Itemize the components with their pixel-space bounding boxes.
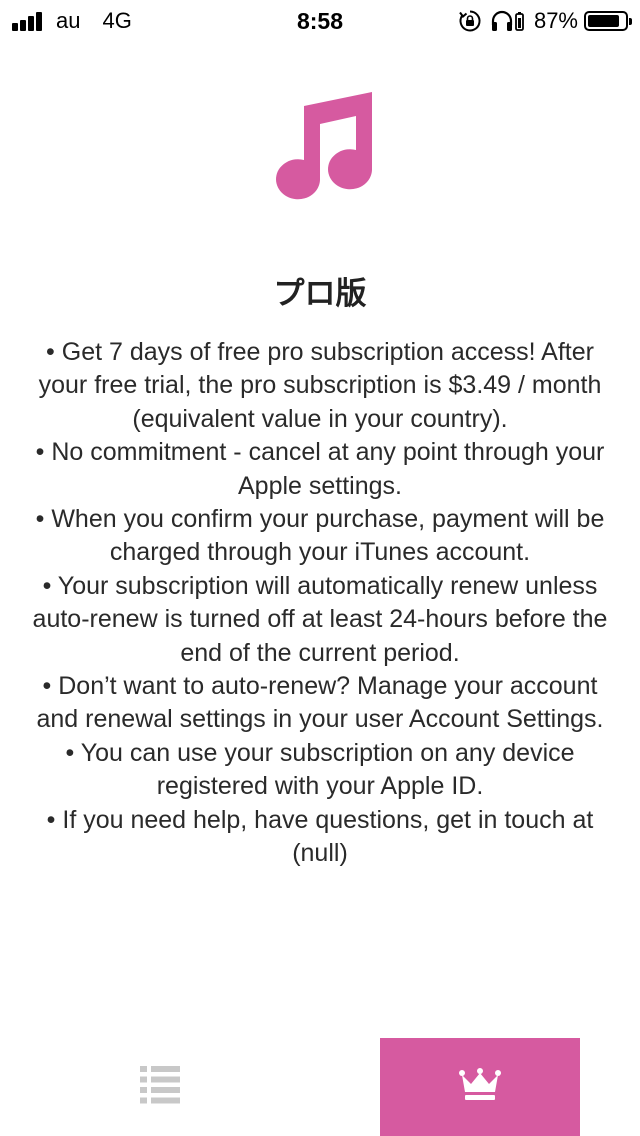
tab-list[interactable]	[60, 1038, 260, 1136]
subscription-terms: • Get 7 days of free pro subscription ac…	[30, 336, 610, 871]
terms-item-help: • If you need help, have questions, get …	[46, 805, 594, 868]
music-note-icon	[262, 88, 378, 204]
terms-item-payment: • When you confirm your purchase, paymen…	[35, 505, 605, 567]
terms-item-no-commitment: • No commitment - cancel at any point th…	[35, 438, 605, 500]
terms-item-devices: • You can use your subscription on any d…	[65, 738, 575, 801]
page-title: プロ版	[273, 276, 367, 311]
battery-icon	[584, 11, 632, 31]
battery-level-fill	[588, 15, 620, 27]
terms-item-auto-renew: • Your subscription will automatically r…	[32, 571, 608, 667]
terms-item-manage: • Don’t want to auto-renew? Manage your …	[36, 672, 604, 734]
terms-item-free-trial: • Get 7 days of free pro subscription ac…	[38, 338, 602, 433]
status-bar: au 4G 8:58 87%	[0, 0, 640, 40]
headphones-icon	[490, 9, 526, 33]
crown-icon	[459, 1067, 501, 1107]
orientation-lock-icon	[458, 9, 482, 33]
battery-percent-label: 87%	[533, 8, 578, 33]
tab-pro[interactable]	[380, 1038, 580, 1136]
status-bar-right: 87%	[458, 8, 632, 34]
battery-cap	[629, 18, 632, 25]
list-icon	[140, 1065, 180, 1109]
